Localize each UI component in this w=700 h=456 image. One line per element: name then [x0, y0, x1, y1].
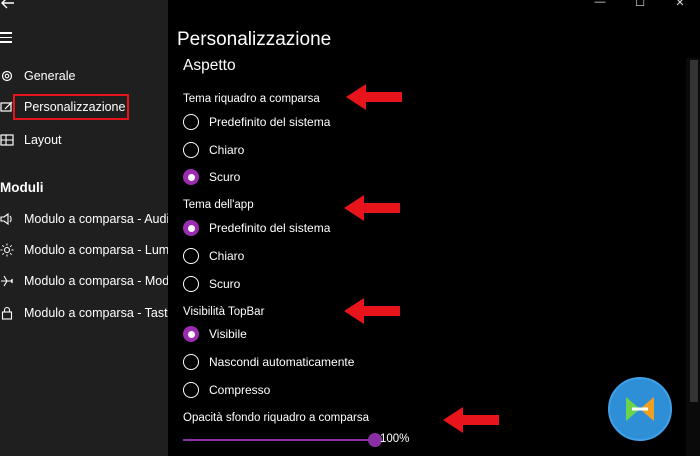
annotation-arrow-icon	[344, 195, 400, 221]
maximize-icon[interactable]: ☐	[620, 0, 660, 10]
sidebar-item-module-brightness[interactable]: Modulo a comparsa - Lum	[0, 237, 168, 263]
radio-app-theme-dark[interactable]: Scuro	[183, 275, 240, 293]
back-arrow-icon[interactable]	[0, 0, 22, 16]
radio-circle	[183, 354, 199, 370]
radio-label: Chiaro	[209, 143, 245, 157]
opacity-slider[interactable]	[183, 433, 382, 447]
opacity-label: Opacità sfondo riquadro a comparsa	[183, 412, 370, 424]
radio-topbar-visible[interactable]: Visibile	[183, 325, 247, 343]
radio-flyout-theme-system[interactable]: Predefinito del sistema	[183, 113, 330, 131]
sidebar-item-label: Modulo a comparsa - Lum	[24, 243, 168, 257]
radio-topbar-compact[interactable]: Compresso	[183, 381, 270, 399]
audio-icon	[0, 210, 16, 228]
annotation-arrow-icon	[344, 298, 400, 324]
radio-label: Compresso	[209, 383, 271, 397]
gear-icon	[0, 67, 16, 85]
sidebar-item-generale[interactable]: Generale	[0, 63, 168, 89]
radio-label: Scuro	[209, 170, 241, 184]
annotation-arrow-icon	[443, 407, 499, 433]
group-label-topbar-visibility: Visibilità TopBar	[183, 306, 265, 318]
radio-app-theme-system[interactable]: Predefinito del sistema	[183, 219, 330, 237]
sidebar-item-module-keys[interactable]: Modulo a comparsa - Tasti	[0, 300, 168, 326]
radio-circle	[183, 142, 199, 158]
radio-circle	[183, 220, 199, 236]
slider-track	[183, 439, 376, 441]
sidebar-item-label: Layout	[24, 133, 62, 147]
group-label-flyout-theme: Tema riquadro a comparsa	[183, 93, 320, 105]
lock-icon	[0, 304, 16, 322]
radio-app-theme-light[interactable]: Chiaro	[183, 247, 244, 265]
radio-circle	[183, 382, 199, 398]
hamburger-menu-icon[interactable]	[0, 32, 16, 46]
group-label-app-theme: Tema dell'app	[183, 199, 254, 211]
sidebar-item-module-audio[interactable]: Modulo a comparsa - Audi	[0, 206, 168, 232]
sidebar-item-label: Generale	[24, 69, 76, 83]
radio-label: Nascondi automaticamente	[209, 355, 355, 369]
radio-topbar-autohide[interactable]: Nascondi automaticamente	[183, 353, 354, 371]
radio-circle	[183, 326, 199, 342]
radio-label: Scuro	[209, 277, 241, 291]
sidebar-item-module-airplane[interactable]: Modulo a comparsa - Mod	[0, 268, 168, 294]
radio-circle	[183, 276, 199, 292]
section-header: Aspetto	[183, 57, 236, 74]
airplane-icon	[0, 272, 16, 290]
close-icon[interactable]: ✕	[660, 0, 700, 10]
opacity-value: 100%	[380, 433, 410, 445]
sidebar: Generale Personalizzazione Layout Moduli…	[0, 0, 168, 456]
radio-circle	[183, 169, 199, 185]
modules-section-title: Moduli	[0, 180, 44, 195]
radio-label: Predefinito del sistema	[209, 115, 331, 129]
brightness-icon	[0, 241, 16, 259]
sidebar-item-layout[interactable]: Layout	[0, 127, 168, 153]
sidebar-item-label: Modulo a comparsa - Audi	[24, 212, 168, 226]
sidebar-item-label: Modulo a comparsa - Tasti	[24, 306, 168, 320]
minimize-icon[interactable]: —	[580, 0, 620, 10]
page-title: Personalizzazione	[177, 29, 332, 50]
window-controls: — ☐ ✕	[580, 0, 700, 10]
selection-highlight-box	[13, 94, 129, 120]
layout-icon	[0, 131, 16, 149]
radio-flyout-theme-dark[interactable]: Scuro	[183, 168, 240, 186]
sidebar-item-label: Modulo a comparsa - Mod	[24, 274, 168, 288]
radio-label: Predefinito del sistema	[209, 221, 331, 235]
radio-flyout-theme-light[interactable]: Chiaro	[183, 141, 244, 159]
scrollbar-thumb[interactable]	[690, 60, 698, 402]
radio-label: Visibile	[209, 327, 247, 341]
radio-label: Chiaro	[209, 249, 245, 263]
site-logo	[608, 377, 672, 441]
radio-circle	[183, 114, 199, 130]
radio-circle	[183, 248, 199, 264]
annotation-arrow-icon	[346, 84, 402, 110]
